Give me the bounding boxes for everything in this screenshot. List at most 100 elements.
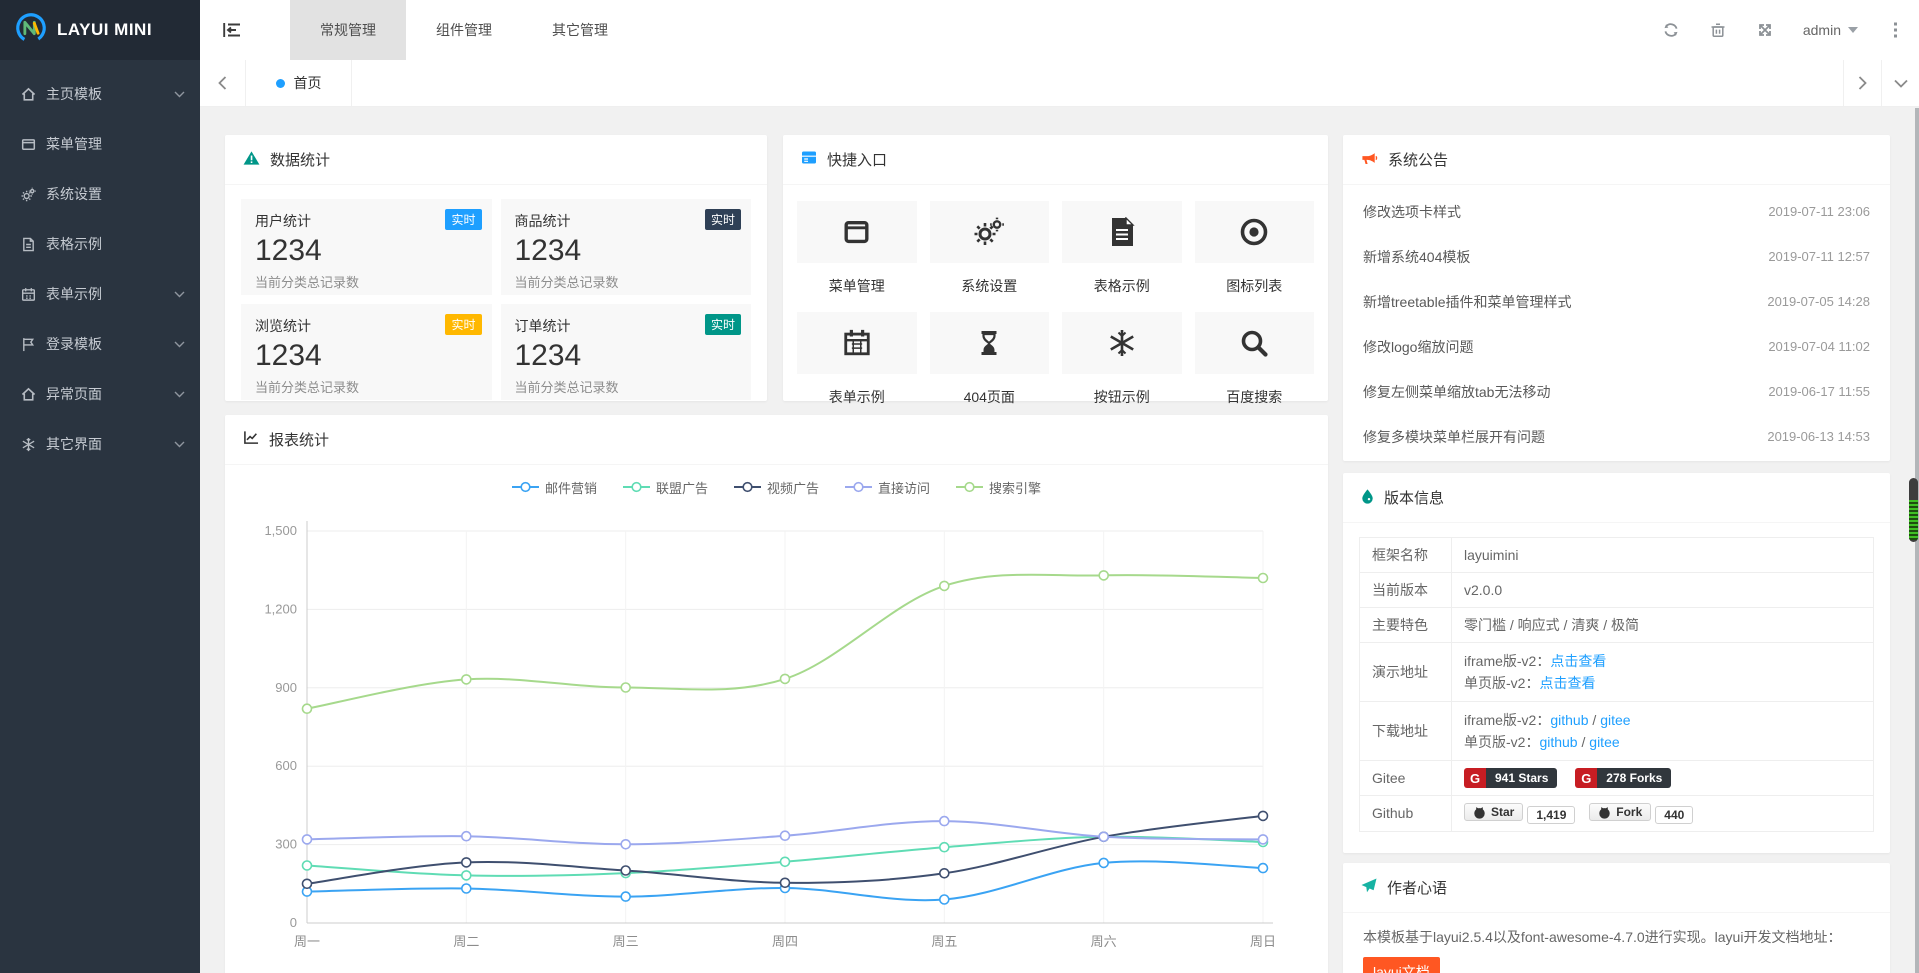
gitee-stars-badge[interactable]: G941 Stars xyxy=(1464,768,1557,788)
quick-item-label: 404页面 xyxy=(930,387,1050,407)
announcement-item[interactable]: 修复多模块菜单栏展开有问题 2019-06-13 14:53 xyxy=(1363,414,1870,459)
github-star-count[interactable]: 1,419 xyxy=(1527,806,1575,824)
table-row: 下载地址 iframe版-v2：github / gitee 单页版-v2：gi… xyxy=(1360,702,1874,761)
quick-item-label: 系统设置 xyxy=(930,276,1050,296)
trash-icon[interactable] xyxy=(1695,0,1742,60)
download-github-link[interactable]: github xyxy=(1539,734,1577,750)
sidebar-item-system-settings[interactable]: 系统设置 xyxy=(0,169,200,219)
legend-item[interactable]: 联盟广告 xyxy=(623,478,708,497)
logo[interactable]: LAYUI MINI xyxy=(0,0,200,60)
author-line1: 本模板基于layui2.5.4以及font-awesome-4.7.0进行实现。… xyxy=(1363,925,1870,950)
caret-down-icon xyxy=(1848,27,1858,33)
legend-item[interactable]: 邮件营销 xyxy=(512,478,597,497)
quick-item-menu-manage[interactable]: 菜单管理 xyxy=(797,201,917,312)
legend-item[interactable]: 直接访问 xyxy=(845,478,930,497)
chevron-down-icon xyxy=(174,341,185,348)
download-single-prefix: 单页版-v2： xyxy=(1464,734,1539,750)
announcement-item[interactable]: 修改选项卡样式 2019-07-11 23:06 xyxy=(1363,189,1870,234)
demo-single-link[interactable]: 点击查看 xyxy=(1539,675,1595,691)
stat-title: 订单统计 xyxy=(515,316,738,336)
layui-doc-button[interactable]: layui文档 xyxy=(1363,957,1440,973)
svg-text:周五: 周五 xyxy=(931,934,957,949)
stat-value: 1234 xyxy=(515,234,738,268)
announcement-item[interactable]: 修复左侧菜单缩放tab无法移动 2019-06-17 11:55 xyxy=(1363,369,1870,414)
stat-card-orders[interactable]: 订单统计 实时 1234 当前分类总记录数 xyxy=(501,304,752,400)
announcement-title: 修改logo缩放问题 xyxy=(1363,337,1473,357)
download-github-link[interactable]: github xyxy=(1550,712,1588,728)
quick-entry-header: 快捷入口 xyxy=(783,135,1328,185)
sidebar-item-form-example[interactable]: 表单示例 xyxy=(0,269,200,319)
panel-title: 快捷入口 xyxy=(827,149,887,170)
sidebar-item-table-example[interactable]: 表格示例 xyxy=(0,219,200,269)
sidebar-item-other-pages[interactable]: 其它界面 xyxy=(0,419,200,469)
quick-item-baidu-search[interactable]: 百度搜索 xyxy=(1195,312,1315,423)
version-info-panel: 版本信息 框架名称 layuimini 当前版本 v2.0.0 主要特色 零门槛… xyxy=(1343,473,1890,853)
line-chart-icon xyxy=(243,430,259,449)
sidebar-item-login-template[interactable]: 登录模板 xyxy=(0,319,200,369)
fullscreen-icon[interactable] xyxy=(1742,0,1789,60)
github-star-button[interactable]: Star xyxy=(1464,803,1523,821)
sidebar-item-error-pages[interactable]: 异常页面 xyxy=(0,369,200,419)
scrollbar-thumb[interactable] xyxy=(1909,478,1918,542)
announcement-title: 修改选项卡样式 xyxy=(1363,202,1461,222)
quick-item-button-example[interactable]: 按钮示例 xyxy=(1062,312,1182,423)
stats-grid: 用户统计 实时 1234 当前分类总记录数 商品统计 实时 1234 当前分类总… xyxy=(225,185,767,414)
version-row-label: 主要特色 xyxy=(1360,608,1452,643)
tabs-scroll-left-icon[interactable] xyxy=(200,60,246,106)
octocat-icon xyxy=(1598,806,1611,819)
search-icon xyxy=(1195,312,1315,374)
file-icon xyxy=(21,237,46,252)
link-separator: / xyxy=(1589,712,1601,728)
announcement-title: 修复左侧菜单缩放tab无法移动 xyxy=(1363,382,1550,402)
user-menu[interactable]: admin xyxy=(1789,0,1872,60)
tab-home[interactable]: 首页 xyxy=(246,60,352,106)
github-fork-count[interactable]: 440 xyxy=(1655,806,1693,824)
more-options-icon[interactable] xyxy=(1872,0,1919,60)
sidebar-item-menu-manage[interactable]: 菜单管理 xyxy=(0,119,200,169)
username: admin xyxy=(1803,22,1841,38)
refresh-icon[interactable] xyxy=(1648,0,1695,60)
quick-item-404-page[interactable]: 404页面 xyxy=(930,312,1050,423)
sidebar-item-label: 表格示例 xyxy=(46,234,102,254)
home-icon xyxy=(21,87,46,102)
announcement-item[interactable]: 新增系统404模板 2019-07-11 12:57 xyxy=(1363,234,1870,279)
table-window-icon xyxy=(801,150,817,169)
legend-item[interactable]: 视频广告 xyxy=(734,478,819,497)
sidebar-item-label: 异常页面 xyxy=(46,384,102,404)
quick-item-label: 按钮示例 xyxy=(1062,387,1182,407)
table-row: 当前版本 v2.0.0 xyxy=(1360,573,1874,608)
tabs-scroll-right-icon[interactable] xyxy=(1843,60,1881,106)
download-gitee-link[interactable]: gitee xyxy=(1600,712,1630,728)
sidebar-toggle-icon[interactable] xyxy=(200,0,264,60)
version-row-label: 下载地址 xyxy=(1360,702,1452,761)
download-gitee-link[interactable]: gitee xyxy=(1589,734,1619,750)
nav-tab-general[interactable]: 常规管理 xyxy=(290,0,406,60)
stat-card-goods[interactable]: 商品统计 实时 1234 当前分类总记录数 xyxy=(501,199,752,295)
github-fork-button[interactable]: Fork xyxy=(1589,803,1651,821)
legend-item[interactable]: 搜索引擎 xyxy=(956,478,1041,497)
demo-iframe-link[interactable]: 点击查看 xyxy=(1550,653,1606,669)
line-chart[interactable]: 03006009001,2001,500周一周二周三周四周五周六周日 xyxy=(245,505,1308,967)
stat-desc: 当前分类总记录数 xyxy=(515,377,738,396)
svg-text:周六: 周六 xyxy=(1091,934,1117,949)
announcement-item[interactable]: 修改logo缩放问题 2019-07-04 11:02 xyxy=(1363,324,1870,369)
tabs-dropdown-icon[interactable] xyxy=(1881,60,1919,106)
stat-card-users[interactable]: 用户统计 实时 1234 当前分类总记录数 xyxy=(241,199,492,295)
quick-item-system-settings[interactable]: 系统设置 xyxy=(930,201,1050,312)
gitee-forks-badge[interactable]: G278 Forks xyxy=(1575,768,1671,788)
nav-tab-other[interactable]: 其它管理 xyxy=(522,0,638,60)
hourglass-icon xyxy=(930,312,1050,374)
calendar-icon xyxy=(797,312,917,374)
window-icon xyxy=(797,201,917,263)
quick-item-form-example[interactable]: 表单示例 xyxy=(797,312,917,423)
sidebar-item-home-template[interactable]: 主页模板 xyxy=(0,69,200,119)
quick-item-table-example[interactable]: 表格示例 xyxy=(1062,201,1182,312)
layui-logo-icon xyxy=(14,11,48,50)
announcement-item[interactable]: 新增treetable插件和菜单管理样式 2019-07-05 14:28 xyxy=(1363,279,1870,324)
stat-value: 1234 xyxy=(255,339,478,373)
active-tab-dot xyxy=(276,79,285,88)
stat-card-views[interactable]: 浏览统计 实时 1234 当前分类总记录数 xyxy=(241,304,492,400)
table-row: Github Star1,419 Fork440 xyxy=(1360,796,1874,832)
quick-item-icon-list[interactable]: 图标列表 xyxy=(1195,201,1315,312)
nav-tab-components[interactable]: 组件管理 xyxy=(406,0,522,60)
